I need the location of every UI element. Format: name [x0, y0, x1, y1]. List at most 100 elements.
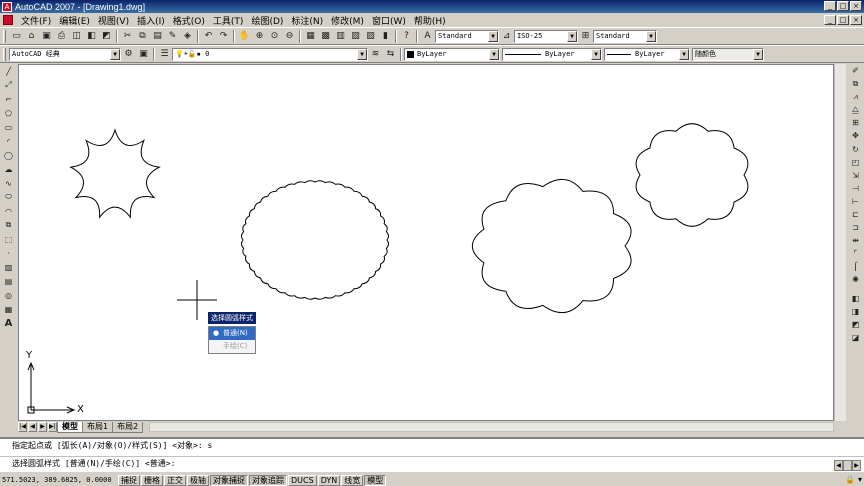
drawing-canvas[interactable]	[19, 65, 834, 421]
sheet-set-icon[interactable]: ▧	[349, 29, 363, 43]
layer-previous-icon[interactable]: ⇆	[384, 47, 398, 61]
command-window[interactable]: 指定起点或 [弧长(A)/对象(O)/样式(S)] <对象>: s 选择圆弧样式…	[0, 437, 864, 472]
make-block-icon[interactable]: ⬚	[2, 233, 15, 246]
array-icon[interactable]: ⊞	[849, 117, 862, 129]
copy-object-icon[interactable]: ⧉	[849, 78, 862, 90]
last-tab-icon[interactable]: ▶|	[48, 422, 57, 432]
send-to-back-icon[interactable]: ◩	[849, 318, 862, 330]
command-scrollbar[interactable]: ◀ ▶	[834, 460, 862, 471]
tab-layout2[interactable]: 布局2	[112, 421, 144, 433]
coordinates-readout[interactable]: 571.5023, 389.6825, 0.0000	[0, 476, 118, 484]
doc-close-button[interactable]: ×	[850, 15, 862, 25]
tray-settings-icon[interactable]: ▾	[858, 475, 862, 484]
fillet-icon[interactable]: ⌠	[849, 261, 862, 273]
minimize-button[interactable]: _	[824, 1, 836, 11]
calculator-icon[interactable]: ▮	[379, 29, 393, 43]
open-file-icon[interactable]: ⌂	[25, 29, 39, 43]
linetype-select[interactable]: ByLayer ▼	[502, 47, 602, 61]
break-at-point-icon[interactable]: ⊏	[849, 208, 862, 220]
drawing-area[interactable]: Y X 选择圆弧样式 ● 普通(N) 手绘(C)	[18, 64, 834, 421]
toolbar-grip[interactable]	[3, 29, 6, 43]
break-icon[interactable]: ⊐	[849, 221, 862, 233]
document-icon[interactable]	[3, 15, 13, 25]
offset-icon[interactable]: ⧋	[849, 104, 862, 116]
scroll-right-icon[interactable]: ▶	[852, 460, 861, 471]
move-icon[interactable]: ✥	[849, 130, 862, 142]
circle-icon[interactable]: ◯	[2, 149, 15, 162]
chevron-down-icon[interactable]: ▼	[357, 48, 367, 60]
menu-insert[interactable]: 插入(I)	[133, 14, 169, 27]
scale-icon[interactable]: ◰	[849, 156, 862, 168]
menu-edit[interactable]: 编辑(E)	[55, 14, 94, 27]
table-style-select[interactable]: Standard ▼	[593, 29, 657, 43]
make-layer-current-icon[interactable]: ≋	[369, 47, 383, 61]
table-style-icon[interactable]: ⊞	[579, 29, 593, 43]
doc-minimize-button[interactable]: _	[824, 15, 836, 25]
menu-modify[interactable]: 修改(M)	[327, 14, 368, 27]
snap-toggle[interactable]: 捕捉	[118, 474, 140, 486]
toolbar-grip[interactable]	[3, 47, 6, 61]
multiline-text-icon[interactable]: A	[2, 317, 15, 330]
revision-cloud-icon[interactable]: ☁	[2, 163, 15, 176]
tab-layout1[interactable]: 布局1	[82, 421, 114, 433]
extend-icon[interactable]: ⊢	[849, 195, 862, 207]
ellipse-arc-icon[interactable]: ◠	[2, 205, 15, 218]
grid-toggle[interactable]: 栅格	[141, 474, 163, 486]
polyline-icon[interactable]: ⌐	[2, 93, 15, 106]
maximize-button[interactable]: □	[837, 1, 849, 11]
menu-dimension[interactable]: 标注(N)	[287, 14, 327, 27]
workspace-settings-icon[interactable]: ⚙	[122, 47, 136, 61]
chevron-down-icon[interactable]: ▼	[679, 48, 689, 60]
pan-icon[interactable]: ✋	[238, 29, 252, 43]
model-toggle[interactable]: 模型	[364, 474, 387, 486]
copy-icon[interactable]: ⧉	[136, 29, 150, 43]
paste-icon[interactable]: ▤	[151, 29, 165, 43]
layer-manager-icon[interactable]: ☰	[158, 47, 172, 61]
workspace-select[interactable]: AutoCAD 经典 ▼	[9, 47, 121, 61]
rectangle-icon[interactable]: ▭	[2, 121, 15, 134]
dyn-toggle[interactable]: DYN	[317, 474, 341, 486]
lock-icon[interactable]: 🔒	[845, 475, 855, 484]
zoom-window-icon[interactable]: ⊙	[268, 29, 282, 43]
prev-tab-icon[interactable]: ◀	[28, 422, 37, 432]
mirror-icon[interactable]: ⩘	[849, 91, 862, 103]
stretch-icon[interactable]: ⇲	[849, 169, 862, 181]
publish-icon[interactable]: ◧	[85, 29, 99, 43]
ellipse-icon[interactable]: ⬭	[2, 191, 15, 204]
arc-style-normal-option[interactable]: ● 普通(N)	[209, 327, 255, 340]
erase-icon[interactable]: ✐	[849, 65, 862, 77]
vertical-scrollbar[interactable]	[834, 64, 846, 421]
zoom-previous-icon[interactable]: ⊖	[283, 29, 297, 43]
markup-icon[interactable]: ▨	[364, 29, 378, 43]
cut-icon[interactable]: ✂	[121, 29, 135, 43]
match-properties-icon[interactable]: ✎	[166, 29, 180, 43]
color-select[interactable]: ByLayer ▼	[404, 47, 500, 61]
table-icon[interactable]: ▦	[2, 303, 15, 316]
polar-toggle[interactable]: 极轴	[187, 474, 209, 486]
menu-window[interactable]: 窗口(W)	[368, 14, 410, 27]
star-polyline[interactable]	[69, 128, 161, 219]
tab-model[interactable]: 模型	[57, 421, 83, 433]
text-style-select[interactable]: Standard ▼	[435, 29, 499, 43]
bring-above-icon[interactable]: ◪	[849, 332, 862, 344]
layer-select[interactable]: 💡☀🔓▪ 0 ▼	[172, 47, 368, 61]
chevron-down-icon[interactable]: ▼	[646, 30, 656, 42]
doc-restore-button[interactable]: □	[837, 15, 849, 25]
point-icon[interactable]: ·	[2, 247, 15, 260]
osnap-toggle[interactable]: 对象捕捉	[210, 474, 248, 486]
dimension-style-select[interactable]: ISO-25 ▼	[514, 29, 578, 43]
scroll-thumb[interactable]	[843, 460, 852, 471]
print-preview-icon[interactable]: ◫	[70, 29, 84, 43]
menu-format[interactable]: 格式(O)	[169, 14, 209, 27]
menu-file[interactable]: 文件(F)	[17, 14, 55, 27]
scroll-left-icon[interactable]: ◀	[834, 460, 843, 471]
menu-draw[interactable]: 绘图(D)	[247, 14, 287, 27]
insert-block-icon[interactable]: ⧉	[2, 219, 15, 232]
ducs-toggle[interactable]: DUCS	[288, 474, 317, 486]
ortho-toggle[interactable]: 正交	[164, 474, 186, 486]
construction-line-icon[interactable]: ⤢	[2, 79, 15, 92]
revision-cloud-1[interactable]	[240, 180, 390, 300]
properties-icon[interactable]: ▦	[304, 29, 318, 43]
region-icon[interactable]: ◎	[2, 289, 15, 302]
chevron-down-icon[interactable]: ▼	[488, 30, 498, 42]
